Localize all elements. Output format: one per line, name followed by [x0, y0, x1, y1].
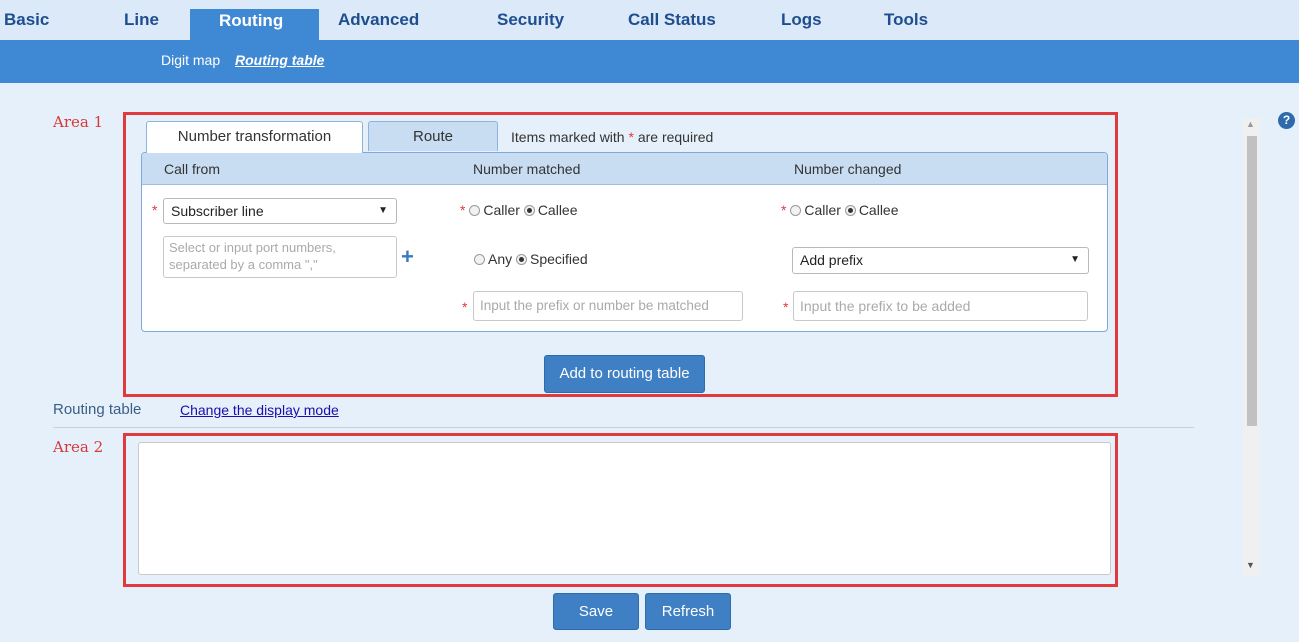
area-1-label: Area 1: [53, 113, 104, 131]
radio-matched-callee[interactable]: [523, 205, 535, 216]
tab-security[interactable]: Security: [497, 8, 587, 40]
required-star: *: [783, 299, 789, 315]
subnav-routing-table[interactable]: Routing table: [235, 52, 324, 68]
ports-input[interactable]: Select or input port numbers, separated …: [163, 236, 397, 278]
required-star: *: [462, 299, 468, 315]
matched-side-radio-group: * Caller Callee: [460, 202, 578, 218]
routing-table-label: Routing table: [53, 401, 142, 418]
col-call-from: Call from: [164, 161, 221, 177]
line-select[interactable]: Subscriber line ▼: [163, 198, 397, 224]
change-display-mode-link[interactable]: Change the display mode: [180, 402, 339, 418]
area-2-label: Area 2: [53, 438, 104, 456]
matched-mode-radio-group: Any Specified: [474, 251, 588, 267]
col-number-changed: Number changed: [794, 161, 902, 177]
changed-prefix-input[interactable]: Input the prefix to be added: [793, 291, 1088, 321]
scroll-up-icon[interactable]: ▲: [1246, 119, 1255, 129]
save-button[interactable]: Save: [553, 593, 639, 630]
divider: [53, 427, 1194, 428]
tab-call-status[interactable]: Call Status: [628, 8, 748, 40]
changed-side-radio-group: * Caller Callee: [781, 202, 899, 218]
tab-basic[interactable]: Basic: [0, 8, 70, 40]
radio-changed-caller[interactable]: [790, 205, 802, 216]
dropdown-arrow-icon: ▼: [378, 205, 388, 216]
radio-any[interactable]: [474, 254, 485, 265]
col-number-matched: Number matched: [473, 161, 581, 177]
scrollbar-thumb[interactable]: [1247, 136, 1257, 426]
panel-header: Call from Number matched Number changed: [142, 153, 1107, 185]
radio-changed-callee[interactable]: [844, 205, 856, 216]
tab-line[interactable]: Line: [124, 8, 184, 40]
change-action-select[interactable]: Add prefix ▼: [792, 247, 1089, 274]
tab-logs[interactable]: Logs: [781, 8, 841, 40]
scroll-down-icon[interactable]: ▼: [1246, 560, 1255, 570]
tab-route[interactable]: Route: [368, 121, 498, 151]
subnav-digit-map[interactable]: Digit map: [161, 52, 220, 68]
add-port-icon[interactable]: +: [401, 244, 414, 270]
radio-specified[interactable]: [516, 254, 528, 265]
required-star: *: [152, 202, 158, 218]
tab-routing[interactable]: Routing: [190, 9, 319, 40]
add-to-routing-table-button[interactable]: Add to routing table: [544, 355, 705, 393]
refresh-button[interactable]: Refresh: [645, 593, 731, 630]
tab-advanced[interactable]: Advanced: [338, 8, 448, 40]
tab-number-transformation[interactable]: Number transformation: [146, 121, 363, 153]
dropdown-arrow-icon: ▼: [1070, 254, 1080, 265]
required-note: Items marked with * are required: [511, 129, 714, 145]
routing-table-display[interactable]: [138, 442, 1111, 575]
matched-prefix-input[interactable]: Input the prefix or number be matched: [473, 291, 743, 321]
help-icon[interactable]: ?: [1278, 112, 1295, 129]
sub-nav: Digit map Routing table: [0, 40, 1299, 83]
radio-matched-caller[interactable]: [469, 205, 481, 216]
top-nav: Basic Line Routing Advanced Security Cal…: [0, 0, 1299, 40]
tab-tools[interactable]: Tools: [884, 8, 954, 40]
